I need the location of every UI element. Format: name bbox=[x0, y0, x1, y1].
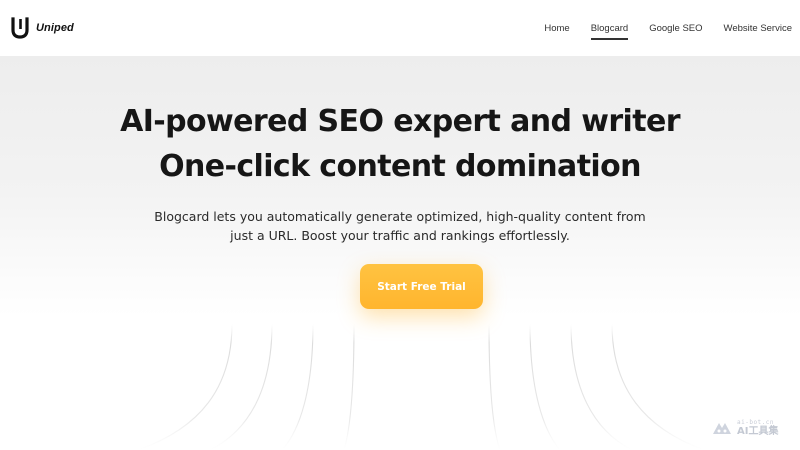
brand-logo[interactable]: Uniped bbox=[10, 17, 74, 39]
ai-bot-logo-icon bbox=[713, 423, 731, 434]
hero-subheadline: One-click content domination bbox=[159, 149, 641, 184]
u-logo-icon bbox=[11, 17, 29, 39]
hero-description-line-2: just a URL. Boost your traffic and ranki… bbox=[230, 228, 570, 243]
hero-description: Blogcard lets you automatically generate… bbox=[150, 207, 650, 245]
brand-name: Uniped bbox=[36, 22, 74, 34]
nav-item-google-seo[interactable]: Google SEO bbox=[649, 19, 702, 38]
nav-item-home[interactable]: Home bbox=[544, 19, 569, 38]
site-watermark: ai-bot.cn AI工具集 bbox=[711, 414, 796, 442]
start-free-trial-button[interactable]: Start Free Trial bbox=[360, 264, 483, 309]
watermark-name: AI工具集 bbox=[737, 425, 779, 437]
hero-description-line-1: Blogcard lets you automatically generate… bbox=[154, 209, 646, 224]
watermark-domain: ai-bot.cn bbox=[737, 418, 775, 426]
watermark-text: ai-bot.cn AI工具集 bbox=[737, 418, 779, 437]
hero-headline: AI-powered SEO expert and writer bbox=[120, 104, 680, 139]
nav-item-website-service[interactable]: Website Service bbox=[724, 19, 792, 38]
site-header: Uniped Home Blogcard Google SEO Website … bbox=[0, 0, 800, 56]
nav-item-blogcard[interactable]: Blogcard bbox=[590, 19, 628, 40]
main-nav: Home Blogcard Google SEO Website Service bbox=[544, 19, 792, 40]
